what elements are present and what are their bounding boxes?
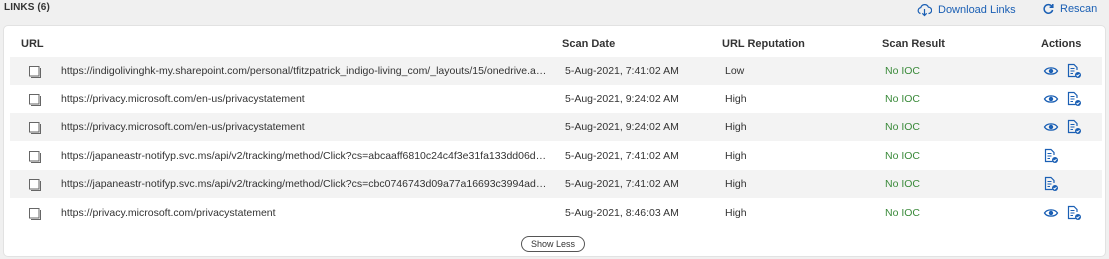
checkbox-icon[interactable] — [29, 93, 41, 106]
eye-icon[interactable] — [1043, 91, 1059, 107]
checkbox-icon[interactable] — [29, 207, 41, 220]
link-url: https://japaneastr-notifyp.svc.ms/api/v2… — [61, 178, 551, 190]
report-icon[interactable] — [1043, 148, 1059, 164]
link-url: https://japaneastr-notifyp.svc.ms/api/v2… — [61, 150, 551, 162]
scan-date: 5-Aug-2021, 8:46:03 AM — [565, 207, 679, 219]
column-header-actions: Actions — [1041, 38, 1082, 50]
scan-date: 5-Aug-2021, 9:24:02 AM — [565, 93, 679, 105]
scan-result: No IOC — [885, 121, 921, 133]
report-icon[interactable] — [1066, 119, 1082, 135]
scan-result: No IOC — [885, 93, 921, 105]
refresh-icon — [1042, 3, 1054, 15]
rescan-button[interactable]: Rescan — [1042, 3, 1097, 15]
section-title: LINKS (6) — [4, 2, 50, 13]
table-row: https://japaneastr-notifyp.svc.ms/api/v2… — [10, 142, 1102, 170]
url-reputation: High — [725, 121, 747, 133]
download-links-label: Download Links — [938, 4, 1016, 16]
checkbox-icon[interactable] — [29, 65, 41, 78]
url-reputation: Low — [725, 65, 745, 77]
table-row: https://privacy.microsoft.com/privacysta… — [10, 199, 1102, 227]
scan-result: No IOC — [885, 178, 921, 190]
scan-date: 5-Aug-2021, 9:24:02 AM — [565, 121, 679, 133]
table-header: URL Scan Date URL Reputation Scan Result… — [4, 26, 1105, 58]
scan-result: No IOC — [885, 150, 921, 162]
report-icon[interactable] — [1066, 91, 1082, 107]
table-row: https://indigolivinghk-my.sharepoint.com… — [10, 57, 1102, 85]
table-row: https://japaneastr-notifyp.svc.ms/api/v2… — [10, 170, 1102, 198]
url-reputation: High — [725, 178, 747, 190]
table-row: https://privacy.microsoft.com/en-us/priv… — [10, 113, 1102, 141]
column-header-url: URL — [21, 38, 44, 50]
url-reputation: High — [725, 93, 747, 105]
cloud-download-icon — [917, 3, 932, 17]
report-icon[interactable] — [1066, 205, 1082, 221]
column-header-url-reputation: URL Reputation — [722, 38, 805, 50]
rescan-label: Rescan — [1060, 3, 1098, 15]
scan-result: No IOC — [885, 65, 921, 77]
url-reputation: High — [725, 207, 747, 219]
scan-result: No IOC — [885, 207, 921, 219]
links-table-panel: URL Scan Date URL Reputation Scan Result… — [3, 25, 1106, 257]
download-links-button[interactable]: Download Links — [917, 3, 1016, 17]
link-url: https://privacy.microsoft.com/en-us/priv… — [61, 121, 305, 133]
show-less-button[interactable]: Show Less — [521, 236, 585, 252]
eye-icon[interactable] — [1043, 119, 1059, 135]
link-url: https://privacy.microsoft.com/en-us/priv… — [61, 93, 305, 105]
report-icon[interactable] — [1066, 63, 1082, 79]
eye-icon[interactable] — [1043, 205, 1059, 221]
scan-date: 5-Aug-2021, 7:41:02 AM — [565, 150, 679, 162]
checkbox-icon[interactable] — [29, 150, 41, 163]
links-header-bar: LINKS (6) Download Links Rescan — [0, 0, 1109, 22]
report-icon[interactable] — [1043, 176, 1059, 192]
column-header-scan-date: Scan Date — [562, 38, 616, 50]
scan-date: 5-Aug-2021, 7:41:02 AM — [565, 178, 679, 190]
eye-icon[interactable] — [1043, 63, 1059, 79]
checkbox-icon[interactable] — [29, 121, 41, 134]
url-reputation: High — [725, 150, 747, 162]
column-header-scan-result: Scan Result — [882, 38, 945, 50]
link-url: https://privacy.microsoft.com/privacysta… — [61, 207, 276, 219]
link-url: https://indigolivinghk-my.sharepoint.com… — [61, 65, 551, 77]
checkbox-icon[interactable] — [29, 178, 41, 191]
scan-date: 5-Aug-2021, 7:41:02 AM — [565, 65, 679, 77]
table-row: https://privacy.microsoft.com/en-us/priv… — [10, 85, 1102, 113]
